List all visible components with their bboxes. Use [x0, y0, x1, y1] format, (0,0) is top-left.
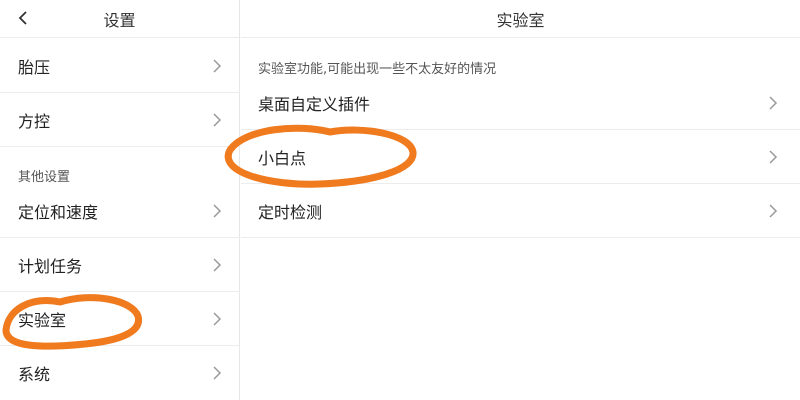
- chevron-right-icon: [769, 203, 778, 218]
- sidebar-title: 设置: [103, 10, 136, 30]
- settings-screen: 设置 胎压 方控 其他设置 定位和速度 计划任务 实验室 系统 实验室 实验室功…: [0, 0, 800, 400]
- lab-item-label: 桌面自定义插件: [258, 94, 371, 114]
- chevron-right-icon: [769, 95, 778, 110]
- sidebar-item-location-speed[interactable]: 定位和速度: [0, 184, 240, 238]
- lab-panel: 实验室 实验室功能,可能出现一些不太友好的情况 桌面自定义插件 小白点 定时检测: [241, 0, 800, 400]
- sidebar-item-system[interactable]: 系统: [0, 346, 240, 400]
- sidebar-item-label: 方控: [18, 111, 51, 131]
- lab-description: 实验室功能,可能出现一些不太友好的情况: [258, 62, 497, 77]
- lab-item-label: 小白点: [258, 148, 307, 168]
- lab-item-floating-dot[interactable]: 小白点: [241, 130, 800, 184]
- lab-header: 实验室: [241, 0, 800, 38]
- chevron-right-icon: [769, 149, 778, 164]
- sidebar-item-label: 实验室: [18, 310, 67, 330]
- sidebar-item-label: 计划任务: [18, 256, 83, 276]
- page-title: 实验室: [496, 10, 545, 30]
- settings-sidebar: 设置 胎压 方控 其他设置 定位和速度 计划任务 实验室 系统: [0, 0, 240, 400]
- sidebar-section-label: 其他设置: [18, 170, 71, 185]
- chevron-left-icon[interactable]: [16, 9, 30, 27]
- sidebar-item-scheduled-tasks[interactable]: 计划任务: [0, 238, 240, 292]
- lab-item-label: 定时检测: [258, 202, 323, 222]
- sidebar-header: 设置: [0, 0, 239, 38]
- chevron-right-icon: [213, 203, 222, 218]
- sidebar-item-steering-control[interactable]: 方控: [0, 93, 240, 147]
- sidebar-item-label: 胎压: [18, 57, 51, 77]
- lab-item-desktop-widget[interactable]: 桌面自定义插件: [241, 76, 800, 130]
- chevron-right-icon: [213, 112, 222, 127]
- chevron-right-icon: [213, 58, 222, 73]
- chevron-right-icon: [213, 311, 222, 326]
- sidebar-item-lab[interactable]: 实验室: [0, 292, 240, 346]
- chevron-right-icon: [213, 257, 222, 272]
- lab-item-timed-check[interactable]: 定时检测: [241, 184, 800, 238]
- sidebar-item-label: 系统: [18, 365, 51, 384]
- sidebar-item-tire-pressure[interactable]: 胎压: [0, 39, 240, 93]
- chevron-right-icon: [213, 366, 222, 380]
- sidebar-item-label: 定位和速度: [18, 202, 99, 222]
